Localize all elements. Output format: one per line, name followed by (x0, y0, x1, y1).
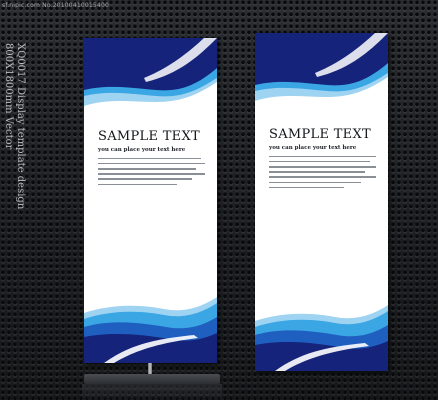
top-wave-graphic (84, 38, 217, 106)
banner-headline: SAMPLE TEXT (98, 129, 200, 144)
stand-reflection (82, 384, 222, 400)
side-caption-line2: 800X1800mm Vector (3, 43, 14, 150)
top-wave-graphic (255, 33, 388, 101)
bottom-wave-graphic (84, 297, 217, 363)
body-text-line (98, 173, 205, 175)
side-caption-line1: XQ0017 Display template design (15, 43, 26, 210)
banner-left: SAMPLE TEXT you can place your text here (84, 38, 217, 363)
stand-base (84, 374, 220, 384)
banner-right: SAMPLE TEXT you can place your text here (255, 33, 388, 371)
banner-text-block: SAMPLE TEXT you can place your text here (98, 129, 205, 186)
body-text-line (269, 181, 362, 184)
body-text-line (98, 157, 201, 160)
banner-text-block: SAMPLE TEXT you can place your text here (269, 127, 376, 189)
body-text-line (269, 171, 366, 173)
body-text-line (269, 165, 376, 168)
body-text-line (269, 155, 376, 158)
body-text-line (269, 176, 376, 178)
body-text-line (98, 183, 178, 186)
bottom-wave-graphic (255, 305, 388, 371)
body-text-line (269, 160, 370, 163)
body-text-line (98, 162, 205, 165)
banner-subline: you can place your text here (269, 145, 357, 151)
side-caption: XQ0017 Display template design 800X1800m… (2, 43, 26, 211)
banner-subline: you can place your text here (98, 147, 186, 153)
banner-headline: SAMPLE TEXT (269, 127, 371, 142)
body-text-line (98, 167, 197, 170)
body-text-line (269, 186, 344, 189)
body-text-line (98, 178, 193, 180)
watermark-text: sf.nipic.com No.20100410015400 (2, 2, 109, 9)
